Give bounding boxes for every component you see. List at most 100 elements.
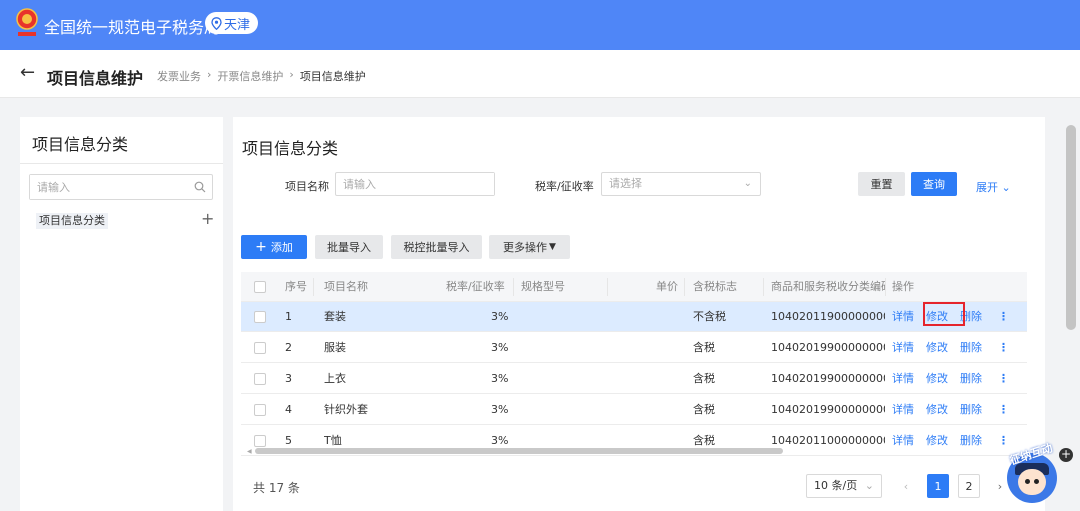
category-sidebar: 项目信息分类 项目信息分类 + <box>20 117 223 511</box>
cell-no: 4 <box>285 403 292 416</box>
caret-down-icon: ▼ <box>549 242 556 252</box>
breadcrumb-item-current: 项目信息维护 <box>299 70 366 83</box>
batch-import-button[interactable]: 批量导入 <box>315 235 383 259</box>
cell-code: 1040201990000000000 <box>771 403 885 416</box>
page-size-select[interactable]: 10 条/页 ⌄ <box>806 474 882 498</box>
location-pin-icon <box>211 16 222 30</box>
expand-assistant-icon[interactable]: + <box>1059 448 1073 462</box>
table-row[interactable]: 1 套装 3% 不含税 1040201190000000000 详情 修改 删除… <box>241 302 1027 332</box>
table-row[interactable]: 2 服装 3% 含税 1040201990000000000 详情 修改 删除 … <box>241 333 1027 363</box>
cell-code: 1040201990000000000 <box>771 341 885 354</box>
column-divider <box>607 278 608 296</box>
more-vertical-icon[interactable]: ⋮ <box>998 302 1009 332</box>
site-title: 全国统一规范电子税务局 <box>44 18 221 37</box>
page-header: ← 项目信息维护 发票业务 › 开票信息维护 › 项目信息维护 <box>0 50 1080 98</box>
arrow-left-icon[interactable]: ← <box>20 62 35 83</box>
edit-link[interactable]: 修改 <box>926 333 948 363</box>
add-button[interactable]: + 添加 <box>241 235 307 259</box>
edit-highlight-box <box>923 302 965 326</box>
row-checkbox[interactable] <box>254 342 266 354</box>
column-divider <box>885 278 886 296</box>
more-vertical-icon[interactable]: ⋮ <box>998 395 1009 425</box>
chevron-right-icon: › <box>289 68 294 81</box>
cell-no: 2 <box>285 341 292 354</box>
main-panel: 项目信息分类 项目名称 税率/征收率 请选择 ⌄ 重置 查询 展开 ⌄ + 添加… <box>233 117 1045 511</box>
cell-name: 服装 <box>324 341 346 354</box>
tax-control-batch-import-button[interactable]: 税控批量导入 <box>391 235 482 259</box>
chevron-down-icon: ⌄ <box>864 479 874 492</box>
table-row[interactable]: 4 针织外套 3% 含税 1040201990000000000 详情 修改 删… <box>241 395 1027 425</box>
more-actions-button[interactable]: 更多操作 ▼ <box>489 235 570 259</box>
page-2-button[interactable]: 2 <box>958 474 980 498</box>
sidebar-title: 项目信息分类 <box>32 135 129 154</box>
chevron-right-icon: › <box>207 68 212 81</box>
add-label: 添加 <box>270 241 293 254</box>
column-divider <box>513 278 514 296</box>
row-checkbox[interactable] <box>254 311 266 323</box>
more-vertical-icon[interactable]: ⋮ <box>998 333 1009 363</box>
horizontal-scrollbar[interactable] <box>255 448 783 454</box>
row-checkbox[interactable] <box>254 373 266 385</box>
column-header-name: 项目名称 <box>324 280 368 293</box>
delete-link[interactable]: 删除 <box>960 364 982 394</box>
detail-link[interactable]: 详情 <box>892 333 914 363</box>
page-title: 项目信息维护 <box>47 69 144 88</box>
tax-rate-label: 税率/征收率 <box>535 180 594 193</box>
cell-code: 1040201100000000000 <box>771 434 885 447</box>
reset-button[interactable]: 重置 <box>858 172 905 196</box>
page-size-value: 10 条/页 <box>814 479 858 492</box>
page-1-button[interactable]: 1 <box>927 474 949 498</box>
row-checkbox[interactable] <box>254 404 266 416</box>
column-header-rate: 税率/征收率 <box>446 280 505 293</box>
cell-no: 1 <box>285 310 292 323</box>
breadcrumb-item-invoice[interactable]: 发票业务 <box>157 68 201 84</box>
cell-no: 3 <box>285 372 292 385</box>
search-icon[interactable] <box>194 181 206 193</box>
column-divider <box>763 278 764 296</box>
tax-rate-placeholder: 请选择 <box>609 177 642 190</box>
row-checkbox[interactable] <box>254 435 266 447</box>
detail-link[interactable]: 详情 <box>892 426 914 456</box>
category-search-input[interactable] <box>30 175 180 199</box>
column-header-spec: 规格型号 <box>521 280 565 293</box>
expand-filters-link[interactable]: 展开 ⌄ <box>976 179 1011 195</box>
cell-code: 1040201190000000000 <box>771 310 885 323</box>
tax-rate-select[interactable]: 请选择 ⌄ <box>601 172 761 196</box>
plus-icon: + <box>255 239 267 255</box>
edit-link[interactable]: 修改 <box>926 426 948 456</box>
chevron-down-icon: ⌄ <box>743 178 752 189</box>
breadcrumb-item-invoice-info[interactable]: 开票信息维护 <box>217 68 283 84</box>
project-name-field <box>335 172 495 196</box>
delete-link[interactable]: 删除 <box>960 395 982 425</box>
detail-link[interactable]: 详情 <box>892 364 914 394</box>
delete-link[interactable]: 删除 <box>960 426 982 456</box>
add-category-icon[interactable]: + <box>201 211 214 227</box>
select-all-checkbox[interactable] <box>254 281 266 293</box>
cell-name: 上衣 <box>324 372 346 385</box>
column-divider <box>313 278 314 296</box>
more-vertical-icon[interactable]: ⋮ <box>998 426 1009 456</box>
column-divider <box>684 278 685 296</box>
detail-link[interactable]: 详情 <box>892 302 914 332</box>
table-row[interactable]: 3 上衣 3% 含税 1040201990000000000 详情 修改 删除 … <box>241 364 1027 394</box>
scroll-left-icon[interactable]: ◀ <box>247 448 252 455</box>
cell-tax-flag: 含税 <box>693 341 715 354</box>
detail-link[interactable]: 详情 <box>892 395 914 425</box>
cell-tax-flag: 含税 <box>693 403 715 416</box>
page-scrollbar-thumb[interactable] <box>1066 125 1076 330</box>
edit-link[interactable]: 修改 <box>926 395 948 425</box>
region-selector[interactable]: 天津 <box>205 12 259 34</box>
tree-item-category-root[interactable]: 项目信息分类 <box>36 213 108 229</box>
query-button[interactable]: 查询 <box>911 172 957 196</box>
divider <box>20 163 223 164</box>
cell-tax-flag: 含税 <box>693 372 715 385</box>
edit-link[interactable]: 修改 <box>926 364 948 394</box>
project-name-input[interactable] <box>343 173 494 195</box>
cell-code: 1040201990000000000 <box>771 372 885 385</box>
expand-label: 展开 <box>976 181 998 194</box>
delete-link[interactable]: 删除 <box>960 333 982 363</box>
prev-page-button[interactable]: ‹ <box>895 474 917 498</box>
more-vertical-icon[interactable]: ⋮ <box>998 364 1009 394</box>
cell-rate: 3% <box>491 372 509 385</box>
cell-rate: 3% <box>491 310 509 323</box>
